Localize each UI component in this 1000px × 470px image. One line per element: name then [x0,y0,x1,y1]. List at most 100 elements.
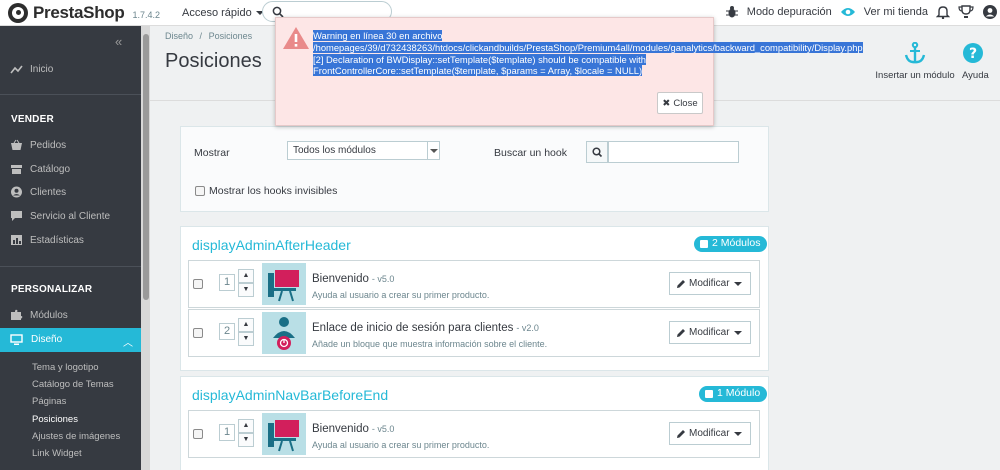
brand-name: PrestaShop [33,2,125,22]
sidebar-item-orders[interactable]: Pedidos [10,139,66,151]
sidebar: « Inicio VENDER Pedidos Catálogo Cliente… [0,26,141,470]
brand-logo[interactable]: PrestaShop [8,2,125,23]
trophy-icon[interactable] [958,5,974,19]
module-checkbox[interactable] [193,279,203,289]
help-button[interactable]: ? Ayuda [962,42,1000,81]
close-button[interactable]: ✖ Close [657,92,703,114]
chevron-down-icon[interactable] [734,331,742,335]
prestashop-logo-icon [8,2,28,23]
welcome-module-icon [262,263,306,305]
show-modules-select[interactable]: Todos los módulos [287,141,440,160]
sidebar-item-stats[interactable]: Estadísticas [10,234,84,246]
search-hook-input[interactable] [608,141,739,163]
divider [0,266,141,267]
position-stepper[interactable]: ▲ ▼ [238,269,254,299]
sidebar-scrollbar-thumb[interactable] [143,34,149,300]
bell-icon[interactable] [936,5,950,19]
filter-panel [180,126,769,212]
submenu-theme-catalog[interactable]: Catálogo de Temas [32,379,114,390]
module-description: Ayuda al usuario a crear su primer produ… [312,290,490,300]
store-icon [11,165,22,174]
move-down-icon[interactable]: ▼ [238,283,254,297]
warning-message: Warning en línea 30 en archivo /homepage… [313,30,863,77]
move-up-icon[interactable]: ▲ [238,269,254,283]
module-count-badge: 1 Módulo [699,386,768,402]
chevron-down-icon[interactable] [734,282,742,286]
module-name: Enlace de inicio de sesión para clientes… [312,322,539,334]
table-row[interactable]: 1 ▲ ▼ Bienvenido - v5.0 Ayuda al usuario a… [188,410,760,458]
modify-button[interactable]: Modificar [669,272,751,295]
pencil-icon [677,328,685,337]
submenu-image-settings[interactable]: Ajustes de imágenes [32,431,120,442]
show-label: Mostrar [194,147,230,159]
sidebar-item-label: Servicio al Cliente [30,210,111,222]
modify-button[interactable]: Modificar [669,321,751,344]
table-row[interactable]: 2 ▲ ▼ Enlace de inicio de sesión para cli… [188,309,760,357]
sidebar-item-modules[interactable]: Módulos [10,309,68,321]
insert-module-button[interactable]: Insertar un módulo [872,41,958,81]
hook-title[interactable]: displayAdminNavBarBeforeEnd [192,387,388,403]
module-version: - v2.0 [516,323,539,333]
sidebar-item-design[interactable]: Diseño ︿ [0,328,141,352]
quick-access-menu[interactable]: Acceso rápido [182,7,264,19]
sidebar-item-label: Catálogo [30,163,71,175]
search-icon [592,147,603,158]
warning-line: /homepages/39/d732438263/htdocs/clickand… [313,41,863,53]
module-checkbox[interactable] [193,328,203,338]
move-up-icon[interactable]: ▲ [238,318,254,332]
submenu-positions[interactable]: Posiciones [32,414,78,425]
modify-label: Modificar [689,278,730,289]
move-up-icon[interactable]: ▲ [238,419,254,433]
version-label: 1.7.4.2 [132,9,161,20]
anchor-icon [904,41,926,64]
module-name: Bienvenido - v5.0 [312,423,394,435]
chevron-down-icon [427,142,439,159]
invisible-hooks-checkbox[interactable] [195,186,205,196]
position-stepper[interactable]: ▲ ▼ [238,419,254,449]
hook-title[interactable]: displayAdminAfterHeader [192,237,351,253]
sidebar-item-home[interactable]: Inicio [10,63,53,75]
invisible-hooks-label: Mostrar los hooks invisibles [209,185,338,197]
warning-line: Warning en línea 30 en archivo [313,30,443,41]
warning-line: [2] Declaration of BWDisplay::setTemplat… [313,53,646,65]
move-down-icon[interactable]: ▼ [238,332,254,346]
sidebar-item-customer-service[interactable]: Servicio al Cliente [10,210,110,222]
module-version: - v5.0 [371,274,395,284]
sidebar-item-customers[interactable]: Clientes [10,186,66,198]
help-label: Ayuda [962,70,989,81]
insert-module-label: Insertar un módulo [875,70,955,81]
submenu-pages[interactable]: Páginas [32,396,66,407]
user-account-icon[interactable] [982,4,998,20]
collapse-sidebar-icon[interactable]: « [115,34,122,49]
submenu-theme-logo[interactable]: Tema y logotipo [32,362,99,373]
trending-icon [10,65,23,74]
breadcrumb-parent[interactable]: Diseño [165,31,193,41]
chevron-down-icon[interactable] [734,432,742,436]
move-down-icon[interactable]: ▼ [238,433,254,447]
module-description: Añade un bloque que muestra información … [312,339,548,349]
user-circle-icon [11,186,22,198]
sidebar-item-catalog[interactable]: Catálogo [10,163,70,175]
sidebar-item-label: Estadísticas [30,234,84,246]
modify-label: Modificar [689,428,730,439]
warning-line: FrontControllerCore::setTemplate($templa… [313,65,643,77]
monitor-icon [10,334,23,345]
sidebar-item-label: Diseño [31,334,63,345]
bar-chart-icon [11,235,22,245]
modify-button[interactable]: Modificar [669,422,751,445]
sidebar-item-label: Pedidos [30,139,67,151]
chat-icon [11,211,22,221]
module-name-text: Bienvenido [312,423,369,435]
module-position: 1 [219,424,235,441]
submenu-link-widget[interactable]: Link Widget [32,448,82,459]
module-checkbox[interactable] [193,429,203,439]
svg-text:?: ? [969,46,977,62]
header-actions: Modo depuración Ver mi tienda [725,0,1000,24]
table-row[interactable]: 1 ▲ ▼ Bienvenido - v5.0 Ayuda al usuario a… [188,260,760,308]
view-store-link[interactable]: Ver mi tienda [864,6,928,18]
position-stepper[interactable]: ▲ ▼ [238,318,254,348]
module-name: Bienvenido - v5.0 [312,273,394,285]
sidebar-item-label: Módulos [30,309,68,321]
debug-mode-link[interactable]: Modo depuración [747,6,832,18]
module-name-text: Bienvenido [312,273,369,285]
